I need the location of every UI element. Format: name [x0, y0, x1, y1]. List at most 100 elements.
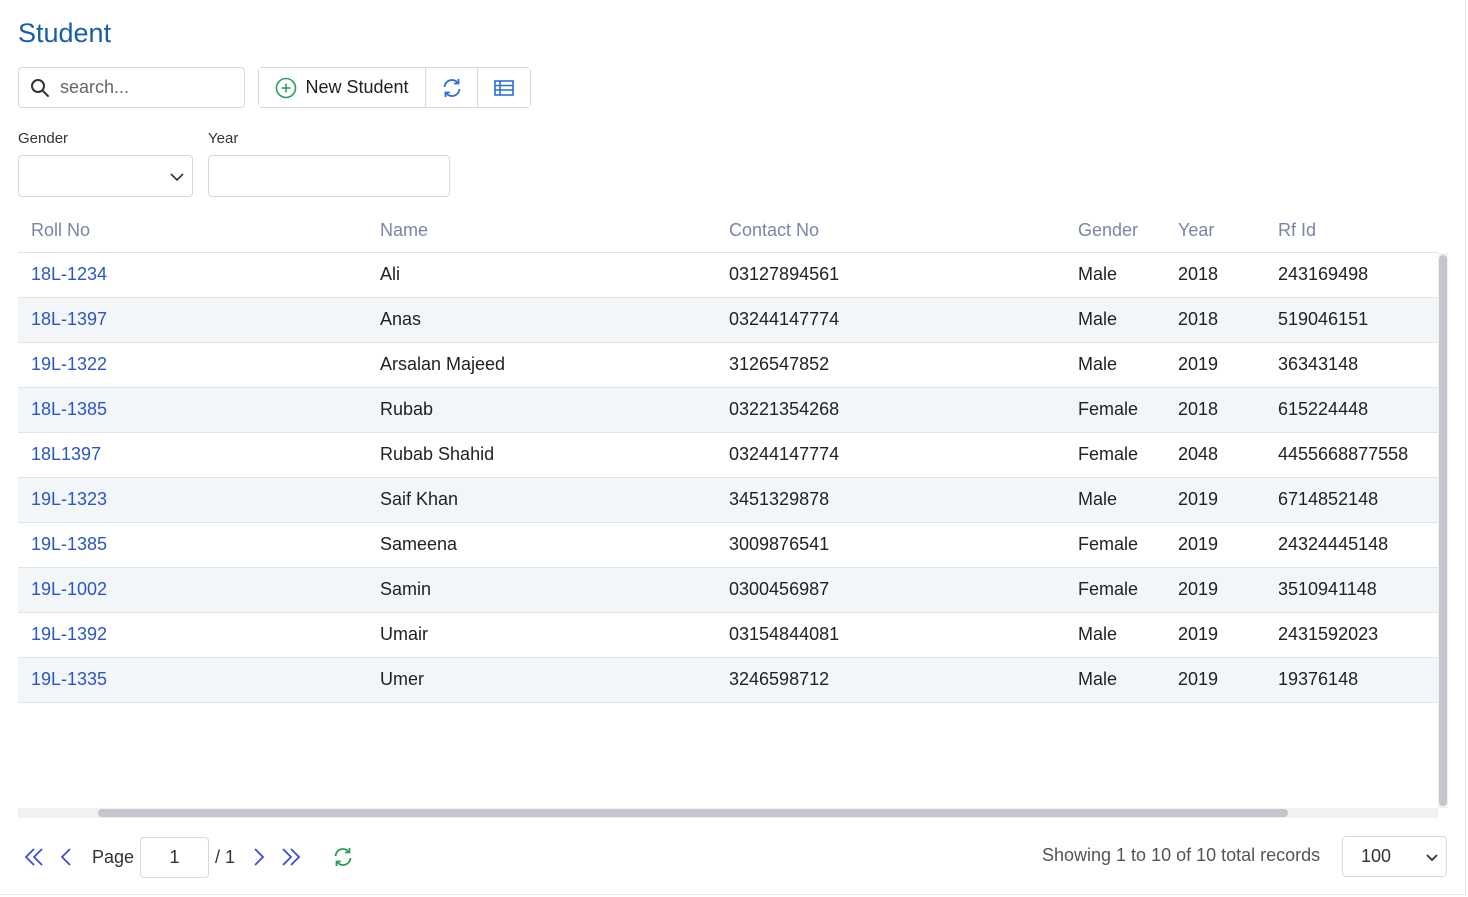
column-header-name[interactable]: Name [380, 220, 428, 241]
roll-no-link[interactable]: 18L-1385 [31, 399, 107, 420]
gender-filter-label: Gender [18, 130, 69, 147]
chevron-down-icon [1424, 850, 1440, 871]
roll-no-link[interactable]: 19L-1323 [31, 489, 107, 510]
contact-cell: 03154844081 [729, 624, 840, 644]
vertical-scroll-thumb[interactable] [1439, 255, 1447, 806]
student-grid: Roll No Name Contact No Gender Year Rf I… [18, 210, 1448, 818]
rf-id-cell: 19376148 [1278, 669, 1359, 689]
table-view-button[interactable] [478, 68, 530, 107]
double-chevron-right-icon [280, 846, 302, 868]
table-row[interactable]: 19L-1392 Umair 03154844081 Male 2019 243… [18, 613, 1439, 658]
column-header-rf-id[interactable]: Rf Id [1278, 220, 1316, 241]
page-size-select[interactable]: 100 [1342, 836, 1447, 877]
name-cell: Anas [380, 309, 422, 329]
page-title: Student [18, 18, 112, 48]
name-cell: Umer [380, 669, 424, 689]
contact-cell: 03127894561 [729, 264, 840, 284]
roll-no-link[interactable]: 19L-1392 [31, 624, 107, 645]
last-page-button[interactable] [275, 836, 307, 878]
refresh-icon [332, 846, 354, 868]
pager-refresh-button[interactable] [327, 836, 359, 878]
vertical-scrollbar[interactable] [1438, 253, 1448, 808]
roll-no-link[interactable]: 19L-1385 [31, 534, 107, 555]
roll-no-link[interactable]: 19L-1322 [31, 354, 107, 375]
gender-cell: Male [1078, 669, 1118, 689]
gender-cell: Female [1078, 579, 1139, 599]
search-box[interactable] [18, 67, 245, 108]
table-row[interactable]: 19L-1385 Sameena 3009876541 Female 2019 … [18, 523, 1439, 568]
name-cell: Saif Khan [380, 489, 459, 509]
column-header-gender[interactable]: Gender [1078, 220, 1138, 241]
roll-no-link[interactable]: 18L-1397 [31, 309, 107, 330]
refresh-button[interactable] [426, 68, 478, 107]
year-cell: 2019 [1178, 489, 1219, 509]
roll-no-link[interactable]: 18L1397 [31, 444, 101, 465]
column-header-year[interactable]: Year [1178, 220, 1214, 241]
rf-id-cell: 243169498 [1278, 264, 1369, 284]
page-label: Page [92, 846, 135, 867]
previous-page-button[interactable] [50, 836, 82, 878]
year-cell: 2018 [1178, 264, 1219, 284]
plus-circle-icon [275, 77, 297, 99]
contact-cell: 0300456987 [729, 579, 830, 599]
roll-no-link[interactable]: 19L-1335 [31, 669, 107, 690]
toolbar-button-group: New Student [258, 67, 531, 108]
year-cell: 2018 [1178, 309, 1219, 329]
contact-cell: 03244147774 [729, 309, 840, 329]
gender-cell: Male [1078, 354, 1118, 374]
rf-id-cell: 4455668877558 [1278, 444, 1409, 464]
roll-no-link[interactable]: 19L-1002 [31, 579, 107, 600]
table-row[interactable]: 19L-1002 Samin 0300456987 Female 2019 35… [18, 568, 1439, 613]
horizontal-scroll-thumb[interactable] [98, 809, 1288, 817]
name-cell: Umair [380, 624, 428, 644]
table-body: 18L-1234 Ali 03127894561 Male 2018 24316… [18, 253, 1439, 703]
rf-id-cell: 2431592023 [1278, 624, 1379, 644]
column-header-roll-no[interactable]: Roll No [31, 220, 90, 241]
chevron-down-icon [168, 168, 186, 191]
rf-id-cell: 519046151 [1278, 309, 1369, 329]
gender-cell: Female [1078, 534, 1139, 554]
gender-cell: Female [1078, 399, 1139, 419]
column-header-contact-no[interactable]: Contact No [729, 220, 819, 241]
table-row[interactable]: 18L-1397 Anas 03244147774 Male 2018 5190… [18, 298, 1439, 343]
gender-cell: Female [1078, 444, 1139, 464]
next-page-button[interactable] [243, 836, 275, 878]
search-input[interactable] [60, 77, 230, 98]
name-cell: Samin [380, 579, 432, 599]
table-row[interactable]: 18L-1385 Rubab 03221354268 Female 2018 6… [18, 388, 1439, 433]
name-cell: Rubab [380, 399, 434, 419]
gender-cell: Male [1078, 624, 1118, 644]
new-student-button[interactable]: New Student [259, 68, 426, 107]
table-row[interactable]: 18L1397 Rubab Shahid 03244147774 Female … [18, 433, 1439, 478]
page-number-input[interactable] [140, 836, 210, 878]
contact-cell: 03244147774 [729, 444, 840, 464]
first-page-button[interactable] [18, 836, 50, 878]
table-row[interactable]: 18L-1234 Ali 03127894561 Male 2018 24316… [18, 253, 1439, 298]
table-header: Roll No Name Contact No Gender Year Rf I… [18, 210, 1438, 253]
year-filter-label: Year [208, 130, 239, 147]
rf-id-cell: 615224448 [1278, 399, 1369, 419]
name-cell: Sameena [380, 534, 458, 554]
rf-id-cell: 3510941148 [1278, 579, 1377, 599]
horizontal-scrollbar[interactable] [18, 808, 1438, 818]
year-cell: 2018 [1178, 399, 1219, 419]
refresh-icon [441, 77, 463, 99]
year-cell: 2019 [1178, 354, 1219, 374]
total-pages-label: / 1 [215, 846, 236, 867]
student-page: Student New Student Gender [0, 0, 1466, 895]
gender-select[interactable] [18, 155, 193, 197]
contact-cell: 3451329878 [729, 489, 830, 509]
year-input[interactable] [208, 155, 450, 197]
search-icon [30, 78, 50, 98]
contact-cell: 03221354268 [729, 399, 840, 419]
gender-cell: Male [1078, 309, 1118, 329]
roll-no-link[interactable]: 18L-1234 [31, 264, 107, 285]
chevron-right-icon [248, 846, 270, 868]
rf-id-cell: 24324445148 [1278, 534, 1389, 554]
name-cell: Ali [380, 264, 401, 284]
table-row[interactable]: 19L-1335 Umer 3246598712 Male 2019 19376… [18, 658, 1439, 703]
table-row[interactable]: 19L-1322 Arsalan Majeed 3126547852 Male … [18, 343, 1439, 388]
pagination-bar: Page / 1 [18, 836, 359, 878]
table-row[interactable]: 19L-1323 Saif Khan 3451329878 Male 2019 … [18, 478, 1439, 523]
page-size-value: 100 [1361, 846, 1392, 866]
